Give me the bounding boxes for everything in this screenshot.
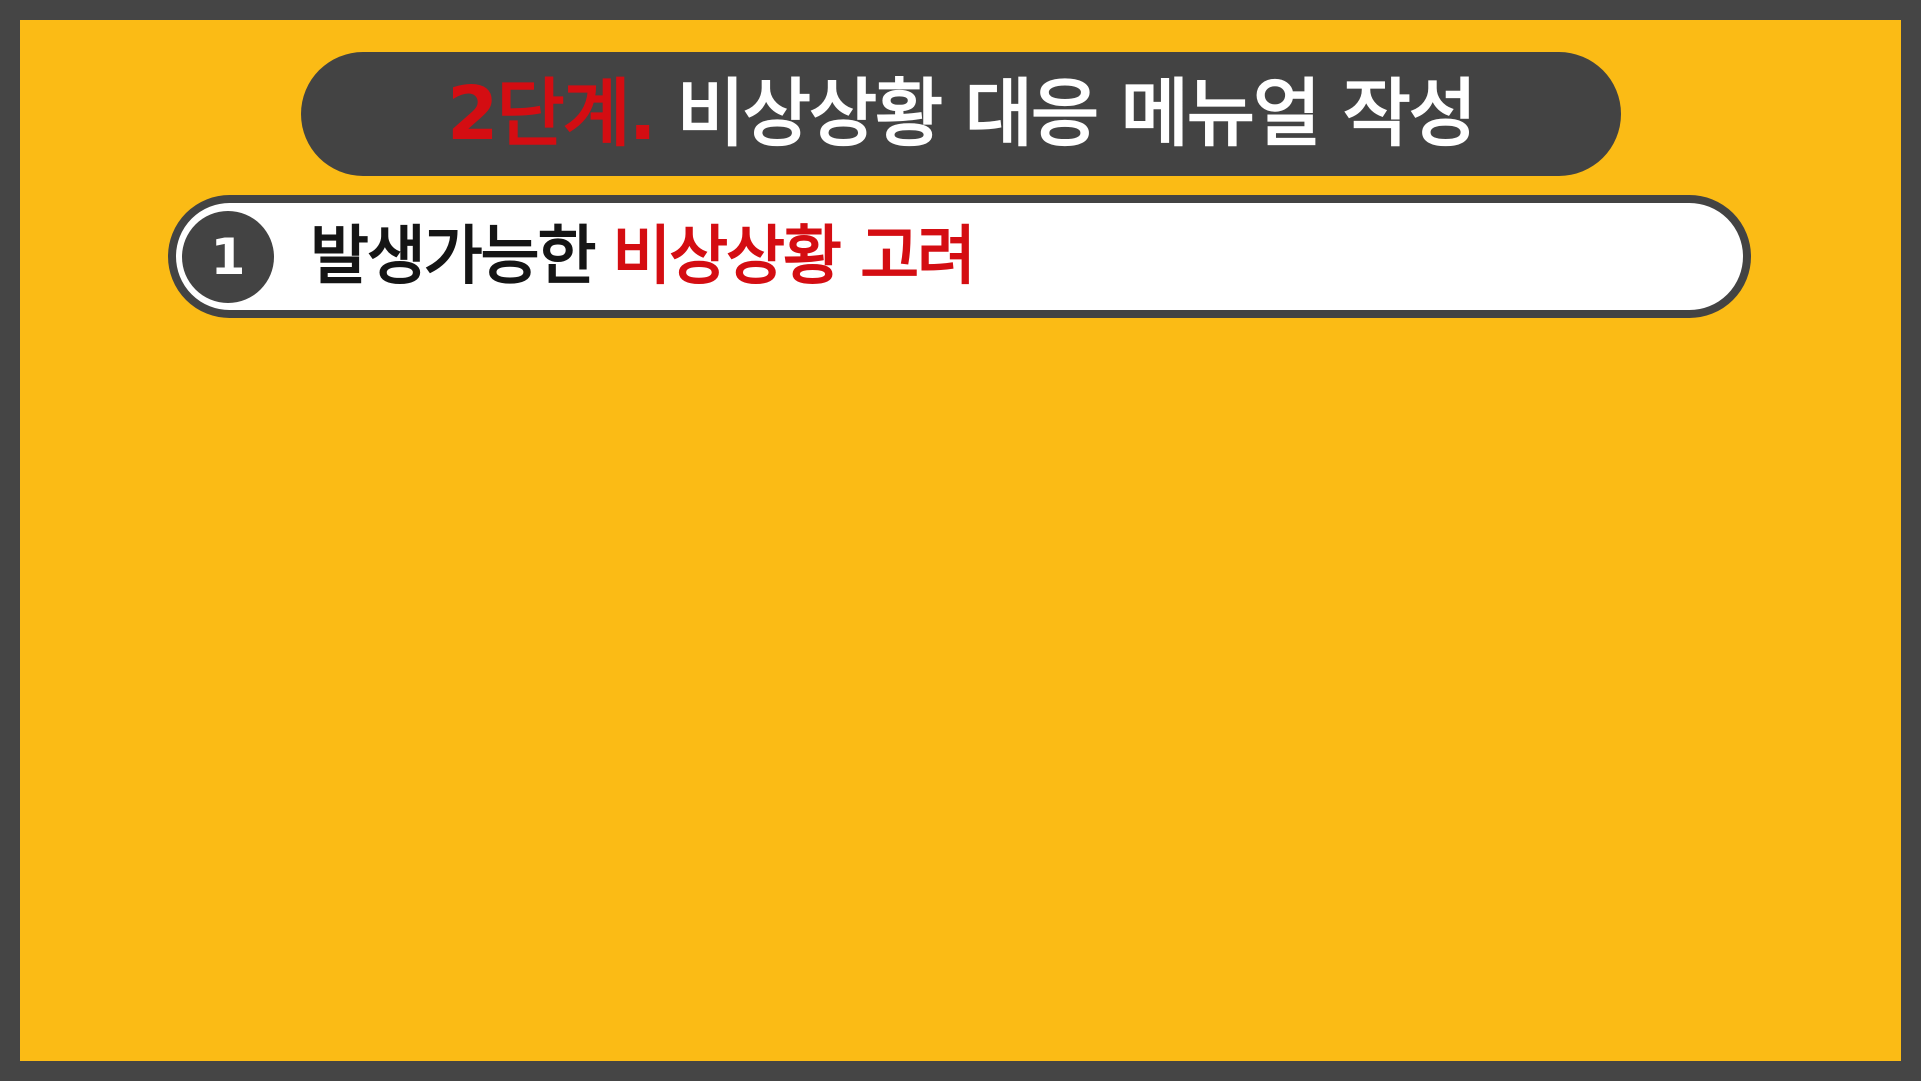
title-banner: 2단계. 비상상황 대응 메뉴얼 작성 <box>301 52 1621 176</box>
slide-canvas: 2단계. 비상상황 대응 메뉴얼 작성 1 발생가능한 비상상황 고려 <box>20 20 1901 1061</box>
title-step-label: 2단계. <box>447 71 657 157</box>
item-number-badge: 1 <box>182 210 274 303</box>
title-main-label: 비상상황 대응 메뉴얼 작성 <box>676 71 1477 157</box>
item-highlight-text: 비상상황 고려 <box>612 219 976 294</box>
slide-frame: 2단계. 비상상황 대응 메뉴얼 작성 1 발생가능한 비상상황 고려 <box>0 0 1921 1081</box>
list-item-bar: 1 발생가능한 비상상황 고려 <box>168 195 1751 318</box>
item-text: 발생가능한 <box>310 219 596 294</box>
